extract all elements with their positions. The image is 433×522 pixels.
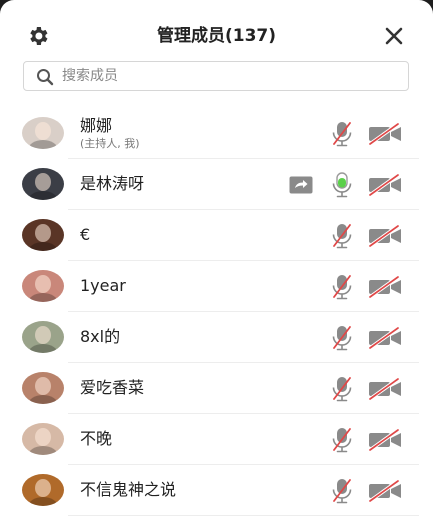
camera-off-icon[interactable] [368, 122, 402, 146]
member-name: 1year [80, 276, 126, 295]
member-row[interactable]: 不信鬼神之说 [0, 465, 433, 516]
member-row[interactable]: 1year [0, 261, 433, 312]
microphone-muted-icon[interactable] [331, 325, 353, 351]
microphone-muted-icon[interactable] [331, 427, 353, 453]
member-name: 不晚 [80, 429, 113, 448]
close-icon[interactable] [382, 24, 406, 48]
avatar [22, 219, 64, 251]
avatar [22, 474, 64, 506]
avatar [22, 321, 64, 353]
microphone-muted-icon[interactable] [331, 376, 353, 402]
member-name: 娜娜 [80, 116, 113, 135]
avatar [22, 372, 64, 404]
microphone-active-icon[interactable] [331, 172, 353, 198]
member-role: (主持人, 我) [80, 137, 140, 150]
member-row[interactable]: 爱吃香菜 [0, 363, 433, 414]
camera-off-icon[interactable] [368, 224, 402, 248]
camera-off-icon[interactable] [368, 377, 402, 401]
member-row[interactable]: € [0, 210, 433, 261]
avatar [22, 423, 64, 455]
camera-off-icon[interactable] [368, 173, 402, 197]
member-name: 8xl的 [80, 327, 121, 346]
member-name: 不信鬼神之说 [80, 480, 177, 499]
member-list: 娜娜 (主持人, 我) 是林涛呀 €1year 8xl的爱吃香菜不晚不信鬼神之说 [0, 108, 433, 516]
camera-off-icon[interactable] [368, 479, 402, 503]
camera-off-icon[interactable] [368, 275, 402, 299]
avatar [22, 117, 64, 149]
search-input[interactable] [62, 62, 392, 90]
member-row[interactable]: 娜娜 (主持人, 我) [0, 108, 433, 159]
microphone-muted-icon[interactable] [331, 478, 353, 504]
member-name: € [80, 225, 91, 244]
search-icon [37, 69, 54, 86]
screen-share-icon[interactable] [289, 176, 313, 194]
microphone-muted-icon[interactable] [331, 274, 353, 300]
member-row[interactable]: 是林涛呀 [0, 159, 433, 210]
member-name: 是林涛呀 [80, 174, 145, 193]
member-row[interactable]: 不晚 [0, 414, 433, 465]
avatar [22, 270, 64, 302]
camera-off-icon[interactable] [368, 326, 402, 350]
member-name: 爱吃香菜 [80, 378, 145, 397]
avatar [22, 168, 64, 200]
microphone-muted-icon[interactable] [331, 223, 353, 249]
microphone-muted-icon[interactable] [331, 121, 353, 147]
camera-off-icon[interactable] [368, 428, 402, 452]
member-management-panel: 管理成员(137) 娜娜 (主持人, 我) 是林涛呀 €1year 8xl的爱吃香菜不晚… [0, 0, 433, 522]
search-box[interactable] [23, 61, 409, 91]
row-divider [68, 515, 419, 516]
member-row[interactable]: 8xl的 [0, 312, 433, 363]
panel-title: 管理成员(137) [156, 26, 277, 46]
panel-header: 管理成员(137) [0, 0, 433, 62]
